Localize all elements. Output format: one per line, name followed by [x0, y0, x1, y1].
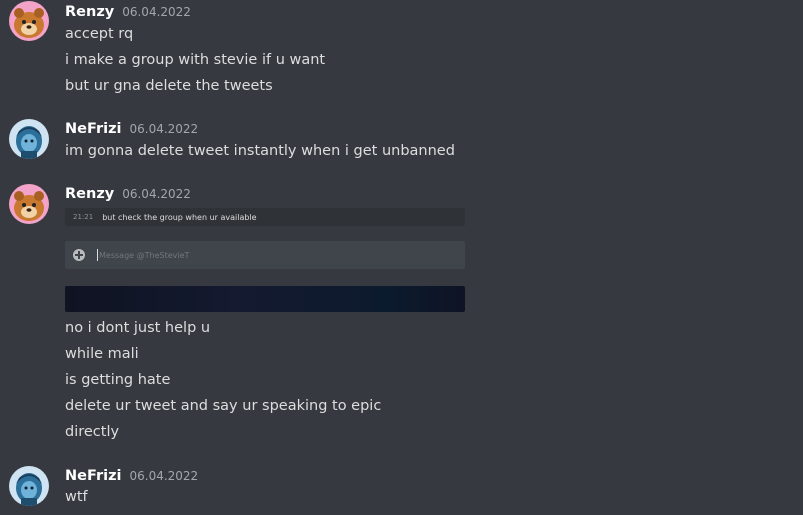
- message-line: but ur gna delete the tweets: [65, 78, 273, 94]
- message-line: delete ur tweet and say ur speaking to e…: [65, 398, 382, 414]
- message-line: wtf: [65, 489, 88, 505]
- message-line: no i dont just help u: [65, 320, 211, 336]
- embedded-message-input: Message @TheStevieT: [65, 241, 465, 269]
- message-line: im gonna delete tweet instantly when i g…: [65, 143, 455, 159]
- timestamp: 06.04.2022: [122, 187, 191, 201]
- chat-messages: Renzy 06.04.2022 accept rq i make a grou…: [0, 0, 803, 515]
- embedded-screenshot-message[interactable]: 21:21 but check the group when ur availa…: [65, 208, 465, 226]
- blue-character-avatar-icon: [9, 466, 49, 506]
- text-caret: [97, 249, 98, 261]
- timestamp: 06.04.2022: [122, 5, 191, 19]
- orange-bear-avatar-icon: [9, 1, 49, 41]
- message-line: while mali: [65, 346, 139, 362]
- blue-character-avatar-icon: [9, 119, 49, 159]
- username[interactable]: NeFrizi: [65, 468, 121, 484]
- username[interactable]: Renzy: [65, 186, 114, 202]
- avatar-nefrizi[interactable]: [9, 466, 49, 506]
- embedded-input-placeholder: Message @TheStevieT: [99, 250, 190, 260]
- message-line: accept rq: [65, 26, 134, 42]
- message-header: Renzy 06.04.2022: [65, 4, 191, 24]
- orange-bear-avatar-icon: [9, 184, 49, 224]
- avatar-renzy[interactable]: [9, 184, 49, 224]
- timestamp: 06.04.2022: [129, 122, 199, 136]
- embedded-image-strip[interactable]: [65, 286, 465, 312]
- message-line: is getting hate: [65, 372, 171, 388]
- plus-circle-icon: [73, 249, 85, 261]
- message-header: NeFrizi 06.04.2022: [65, 121, 198, 141]
- message-line: directly: [65, 424, 120, 440]
- avatar-nefrizi[interactable]: [9, 119, 49, 159]
- embedded-message-text: but check the group when ur available: [102, 212, 257, 222]
- username[interactable]: NeFrizi: [65, 121, 121, 137]
- avatar-renzy[interactable]: [9, 1, 49, 41]
- message-header: Renzy 06.04.2022: [65, 186, 191, 206]
- message-header: NeFrizi 06.04.2022: [65, 468, 198, 488]
- embedded-timestamp: 21:21: [73, 213, 94, 221]
- timestamp: 06.04.2022: [129, 469, 199, 483]
- username[interactable]: Renzy: [65, 4, 114, 20]
- message-line: i make a group with stevie if u want: [65, 52, 326, 68]
